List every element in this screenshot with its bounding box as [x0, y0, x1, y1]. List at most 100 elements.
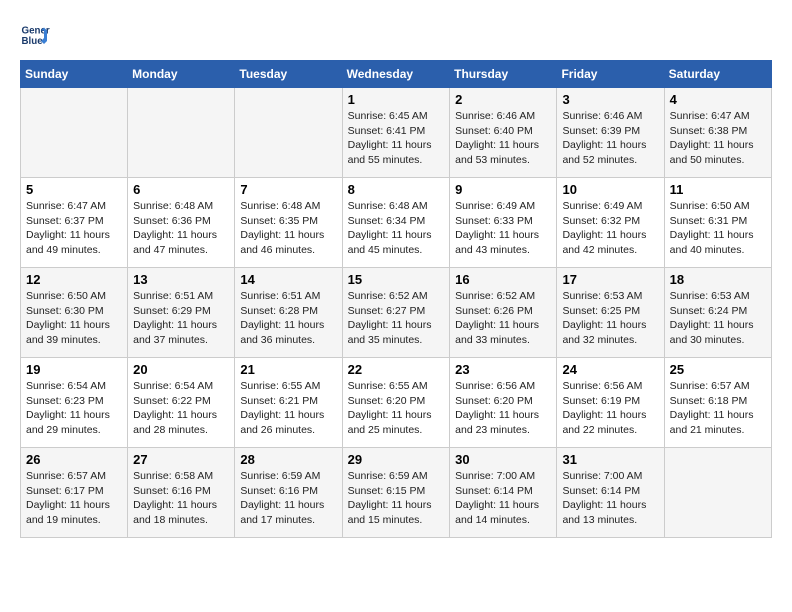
calendar-cell: [664, 448, 771, 538]
cell-content: Sunrise: 6:56 AMSunset: 6:20 PMDaylight:…: [455, 379, 551, 438]
calendar-cell: 7 Sunrise: 6:48 AMSunset: 6:35 PMDaylight…: [235, 178, 342, 268]
calendar-cell: 21 Sunrise: 6:55 AMSunset: 6:21 PMDayligh…: [235, 358, 342, 448]
header-row: SundayMondayTuesdayWednesdayThursdayFrid…: [21, 61, 772, 88]
day-number: 15: [348, 272, 445, 287]
day-number: 25: [670, 362, 766, 377]
calendar-cell: 23 Sunrise: 6:56 AMSunset: 6:20 PMDayligh…: [450, 358, 557, 448]
calendar-cell: 2 Sunrise: 6:46 AMSunset: 6:40 PMDaylight…: [450, 88, 557, 178]
week-row-4: 19 Sunrise: 6:54 AMSunset: 6:23 PMDayligh…: [21, 358, 772, 448]
calendar-cell: 20 Sunrise: 6:54 AMSunset: 6:22 PMDayligh…: [128, 358, 235, 448]
day-number: 1: [348, 92, 445, 107]
day-number: 2: [455, 92, 551, 107]
cell-content: Sunrise: 6:51 AMSunset: 6:28 PMDaylight:…: [240, 289, 336, 348]
day-number: 8: [348, 182, 445, 197]
calendar-cell: 17 Sunrise: 6:53 AMSunset: 6:25 PMDayligh…: [557, 268, 664, 358]
calendar-cell: 19 Sunrise: 6:54 AMSunset: 6:23 PMDayligh…: [21, 358, 128, 448]
calendar-cell: 4Sunrise: 6:47 AMSunset: 6:38 PMDaylight…: [664, 88, 771, 178]
day-number: 23: [455, 362, 551, 377]
day-number: 14: [240, 272, 336, 287]
calendar-cell: 25Sunrise: 6:57 AMSunset: 6:18 PMDayligh…: [664, 358, 771, 448]
day-number: 29: [348, 452, 445, 467]
calendar-cell: 16 Sunrise: 6:52 AMSunset: 6:26 PMDayligh…: [450, 268, 557, 358]
calendar-cell: 15 Sunrise: 6:52 AMSunset: 6:27 PMDayligh…: [342, 268, 450, 358]
day-number: 12: [26, 272, 122, 287]
week-row-3: 12Sunrise: 6:50 AMSunset: 6:30 PMDayligh…: [21, 268, 772, 358]
calendar-cell: 13 Sunrise: 6:51 AMSunset: 6:29 PMDayligh…: [128, 268, 235, 358]
day-number: 10: [562, 182, 658, 197]
cell-content: Sunrise: 6:55 AMSunset: 6:21 PMDaylight:…: [240, 379, 336, 438]
page-header: General Blue: [20, 20, 772, 50]
cell-content: Sunrise: 6:46 AMSunset: 6:40 PMDaylight:…: [455, 109, 551, 168]
cell-content: Sunrise: 6:52 AMSunset: 6:27 PMDaylight:…: [348, 289, 445, 348]
calendar-table: SundayMondayTuesdayWednesdayThursdayFrid…: [20, 60, 772, 538]
cell-content: Sunrise: 6:46 AMSunset: 6:39 PMDaylight:…: [562, 109, 658, 168]
day-number: 5: [26, 182, 122, 197]
week-row-2: 5 Sunrise: 6:47 AMSunset: 6:37 PMDaylight…: [21, 178, 772, 268]
calendar-cell: 3Sunrise: 6:46 AMSunset: 6:39 PMDaylight…: [557, 88, 664, 178]
calendar-cell: 11Sunrise: 6:50 AMSunset: 6:31 PMDayligh…: [664, 178, 771, 268]
calendar-cell: 10 Sunrise: 6:49 AMSunset: 6:32 PMDayligh…: [557, 178, 664, 268]
cell-content: Sunrise: 7:00 AMSunset: 6:14 PMDaylight:…: [455, 469, 551, 528]
day-number: 17: [562, 272, 658, 287]
calendar-cell: 28 Sunrise: 6:59 AMSunset: 6:16 PMDayligh…: [235, 448, 342, 538]
logo-icon: General Blue: [20, 20, 50, 50]
day-number: 30: [455, 452, 551, 467]
day-number: 19: [26, 362, 122, 377]
week-row-1: 1 Sunrise: 6:45 AMSunset: 6:41 PMDaylight…: [21, 88, 772, 178]
cell-content: Sunrise: 6:48 AMSunset: 6:36 PMDaylight:…: [133, 199, 229, 258]
cell-content: Sunrise: 6:59 AMSunset: 6:15 PMDaylight:…: [348, 469, 445, 528]
calendar-cell: [235, 88, 342, 178]
cell-content: Sunrise: 6:59 AMSunset: 6:16 PMDaylight:…: [240, 469, 336, 528]
cell-content: Sunrise: 6:54 AMSunset: 6:23 PMDaylight:…: [26, 379, 122, 438]
cell-content: Sunrise: 6:47 AMSunset: 6:37 PMDaylight:…: [26, 199, 122, 258]
cell-content: Sunrise: 6:53 AMSunset: 6:25 PMDaylight:…: [562, 289, 658, 348]
calendar-cell: 22Sunrise: 6:55 AMSunset: 6:20 PMDayligh…: [342, 358, 450, 448]
cell-content: Sunrise: 6:58 AMSunset: 6:16 PMDaylight:…: [133, 469, 229, 528]
day-number: 18: [670, 272, 766, 287]
day-number: 16: [455, 272, 551, 287]
cell-content: Sunrise: 6:48 AMSunset: 6:35 PMDaylight:…: [240, 199, 336, 258]
day-number: 21: [240, 362, 336, 377]
day-number: 26: [26, 452, 122, 467]
calendar-cell: 12Sunrise: 6:50 AMSunset: 6:30 PMDayligh…: [21, 268, 128, 358]
calendar-cell: 18 Sunrise: 6:53 AMSunset: 6:24 PMDayligh…: [664, 268, 771, 358]
day-number: 20: [133, 362, 229, 377]
header-cell-saturday: Saturday: [664, 61, 771, 88]
cell-content: Sunrise: 6:54 AMSunset: 6:22 PMDaylight:…: [133, 379, 229, 438]
cell-content: Sunrise: 6:48 AMSunset: 6:34 PMDaylight:…: [348, 199, 445, 258]
cell-content: Sunrise: 6:49 AMSunset: 6:32 PMDaylight:…: [562, 199, 658, 258]
cell-content: Sunrise: 6:51 AMSunset: 6:29 PMDaylight:…: [133, 289, 229, 348]
calendar-cell: [21, 88, 128, 178]
cell-content: Sunrise: 6:57 AMSunset: 6:17 PMDaylight:…: [26, 469, 122, 528]
day-number: 22: [348, 362, 445, 377]
cell-content: Sunrise: 7:00 AMSunset: 6:14 PMDaylight:…: [562, 469, 658, 528]
cell-content: Sunrise: 6:52 AMSunset: 6:26 PMDaylight:…: [455, 289, 551, 348]
calendar-cell: 8 Sunrise: 6:48 AMSunset: 6:34 PMDaylight…: [342, 178, 450, 268]
calendar-cell: 9 Sunrise: 6:49 AMSunset: 6:33 PMDaylight…: [450, 178, 557, 268]
cell-content: Sunrise: 6:53 AMSunset: 6:24 PMDaylight:…: [670, 289, 766, 348]
calendar-cell: 31Sunrise: 7:00 AMSunset: 6:14 PMDayligh…: [557, 448, 664, 538]
day-number: 28: [240, 452, 336, 467]
header-cell-sunday: Sunday: [21, 61, 128, 88]
header-cell-thursday: Thursday: [450, 61, 557, 88]
header-cell-tuesday: Tuesday: [235, 61, 342, 88]
cell-content: Sunrise: 6:49 AMSunset: 6:33 PMDaylight:…: [455, 199, 551, 258]
cell-content: Sunrise: 6:45 AMSunset: 6:41 PMDaylight:…: [348, 109, 445, 168]
day-number: 7: [240, 182, 336, 197]
cell-content: Sunrise: 6:56 AMSunset: 6:19 PMDaylight:…: [562, 379, 658, 438]
header-cell-wednesday: Wednesday: [342, 61, 450, 88]
day-number: 11: [670, 182, 766, 197]
calendar-cell: 1 Sunrise: 6:45 AMSunset: 6:41 PMDaylight…: [342, 88, 450, 178]
calendar-cell: 29 Sunrise: 6:59 AMSunset: 6:15 PMDayligh…: [342, 448, 450, 538]
svg-text:Blue: Blue: [22, 36, 44, 47]
header-cell-monday: Monday: [128, 61, 235, 88]
calendar-cell: 27 Sunrise: 6:58 AMSunset: 6:16 PMDayligh…: [128, 448, 235, 538]
calendar-cell: 5 Sunrise: 6:47 AMSunset: 6:37 PMDaylight…: [21, 178, 128, 268]
day-number: 24: [562, 362, 658, 377]
day-number: 9: [455, 182, 551, 197]
day-number: 27: [133, 452, 229, 467]
calendar-cell: 14 Sunrise: 6:51 AMSunset: 6:28 PMDayligh…: [235, 268, 342, 358]
day-number: 4: [670, 92, 766, 107]
calendar-cell: 6Sunrise: 6:48 AMSunset: 6:36 PMDaylight…: [128, 178, 235, 268]
day-number: 13: [133, 272, 229, 287]
